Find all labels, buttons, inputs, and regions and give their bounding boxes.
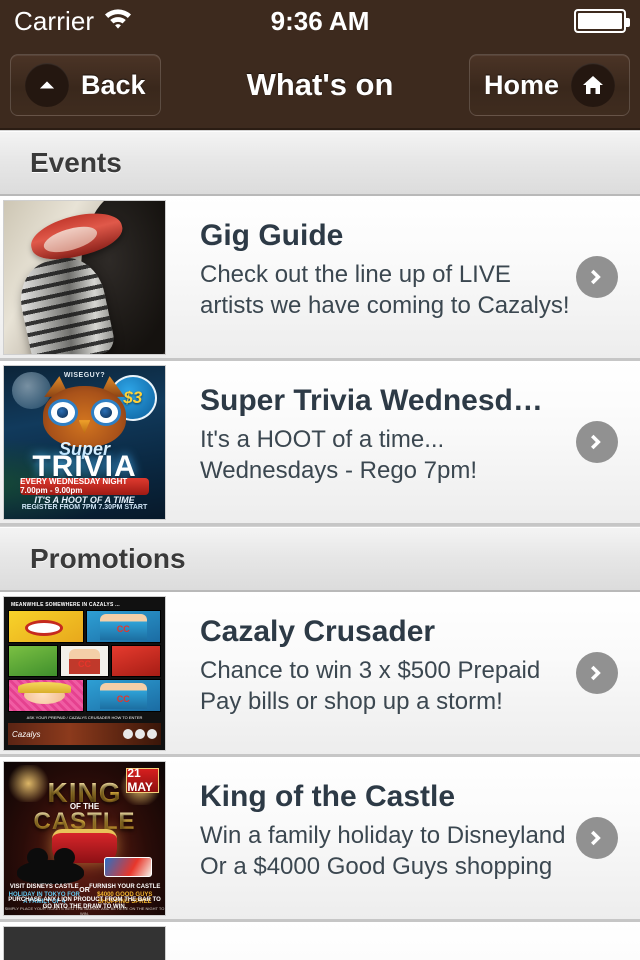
list-item-text: Gig Guide Check out the line up of LIVE … (166, 200, 640, 355)
list-item-title: Gig Guide (200, 219, 344, 252)
chevron-right-circle-icon[interactable] (576, 652, 618, 694)
list-item-text: Super Trivia Wednesd… It's a HOOT of a t… (166, 365, 640, 520)
list-item-subtitle: It's a HOOT of a time... Wednesdays - Re… (200, 424, 570, 487)
home-icon (571, 63, 615, 107)
status-bar-right (574, 9, 630, 33)
list-item-thumbnail (3, 926, 166, 960)
list-item-subtitle-line: Wednesdays - Rego 7pm! (200, 457, 478, 485)
list-item-thumbnail: 21 MAY KING OF THE CASTLE VISIT DISNEYS … (3, 761, 166, 916)
list-item[interactable]: WISEGUY? $3 Super TRIVIA EVERY WEDNESDAY… (0, 361, 640, 526)
chevron-right-circle-icon[interactable] (576, 421, 618, 463)
home-button-label: Home (483, 69, 559, 100)
list-item-title: Cazaly Crusader (200, 615, 436, 648)
list-item[interactable]: MEANWHILE SOMEWHERE IN CAZALYS ... CC CC… (0, 592, 640, 757)
list-item-subtitle-line: Or a $4000 Good Guys shopping (200, 853, 553, 881)
list-item-subtitle: Win a family holiday to Disneyland Or a … (200, 820, 570, 883)
battery-full-icon (574, 9, 630, 33)
list-item-subtitle-line: Win a family holiday to Disneyland (200, 821, 566, 849)
status-bar: Carrier 9:36 AM (0, 0, 640, 42)
app-screen: Carrier 9:36 AM Back What's on Home Even… (0, 0, 640, 960)
list-item-thumbnail (3, 200, 166, 355)
list-item-title: Super Trivia Wednesd… (200, 384, 543, 417)
poster-signature: Cazalys (12, 729, 41, 739)
poster-footline: ASK YOUR PREPAID / CAZALYS CRUSADER HOW … (26, 715, 143, 721)
list-item-thumbnail: MEANWHILE SOMEWHERE IN CAZALYS ... CC CC… (3, 596, 166, 751)
back-button[interactable]: Back (10, 54, 161, 116)
poster-band: EVERY WEDNESDAY NIGHT 7.00pm - 9.00pm (20, 477, 149, 495)
back-button-label: Back (81, 69, 146, 100)
section-header-label: Events (30, 146, 122, 178)
carrier-label: Carrier (14, 5, 95, 36)
list-item-subtitle: Chance to win 3 x $500 Prepaid Pay bills… (200, 655, 570, 718)
list-item-subtitle-line: Pay bills or shop up a storm! (200, 688, 503, 716)
poster-caption: MEANWHILE SOMEWHERE IN CAZALYS ... (11, 602, 120, 608)
chevron-up-circle-icon (25, 63, 69, 107)
chevron-right-circle-icon[interactable] (576, 817, 618, 859)
list-item-subtitle-line: Check out the line up of LIVE (200, 260, 511, 288)
content-list[interactable]: Events Gig Guide Check out the line up o… (0, 130, 640, 960)
list-item-subtitle-line: artists we have coming to Cazalys! (200, 292, 570, 320)
poster-right-line: FURNISH YOUR CASTLE (89, 884, 161, 891)
list-item[interactable]: 21 MAY KING OF THE CASTLE VISIT DISNEYS … (0, 757, 640, 922)
status-bar-left: Carrier (14, 6, 133, 37)
section-header-events: Events (0, 130, 640, 196)
section-header-promotions: Promotions (0, 526, 640, 592)
poster-fine-print: SIMPLY PLACE YOUR TICKETS INTO THE BARRE… (4, 905, 165, 916)
list-item-subtitle: Check out the line up of LIVE artists we… (200, 259, 570, 322)
list-item-text: King of the Castle Win a family holiday … (166, 761, 640, 916)
list-item-title: King of the Castle (200, 780, 456, 813)
list-item[interactable] (0, 922, 640, 960)
navigation-bar: Back What's on Home (0, 42, 640, 130)
wifi-icon (103, 8, 133, 35)
list-item-text: Cazaly Crusader Chance to win 3 x $500 P… (166, 596, 640, 751)
section-header-label: Promotions (30, 542, 186, 574)
chevron-right-circle-icon[interactable] (576, 256, 618, 298)
poster-register: REGISTER FROM 7PM 7.30PM START (21, 503, 148, 511)
list-item-subtitle-line: Chance to win 3 x $500 Prepaid (200, 656, 541, 684)
list-item[interactable]: Gig Guide Check out the line up of LIVE … (0, 196, 640, 361)
home-button[interactable]: Home (468, 54, 630, 116)
list-item-subtitle-line: It's a HOOT of a time... (200, 425, 445, 453)
list-item-thumbnail: WISEGUY? $3 Super TRIVIA EVERY WEDNESDAY… (3, 365, 166, 520)
